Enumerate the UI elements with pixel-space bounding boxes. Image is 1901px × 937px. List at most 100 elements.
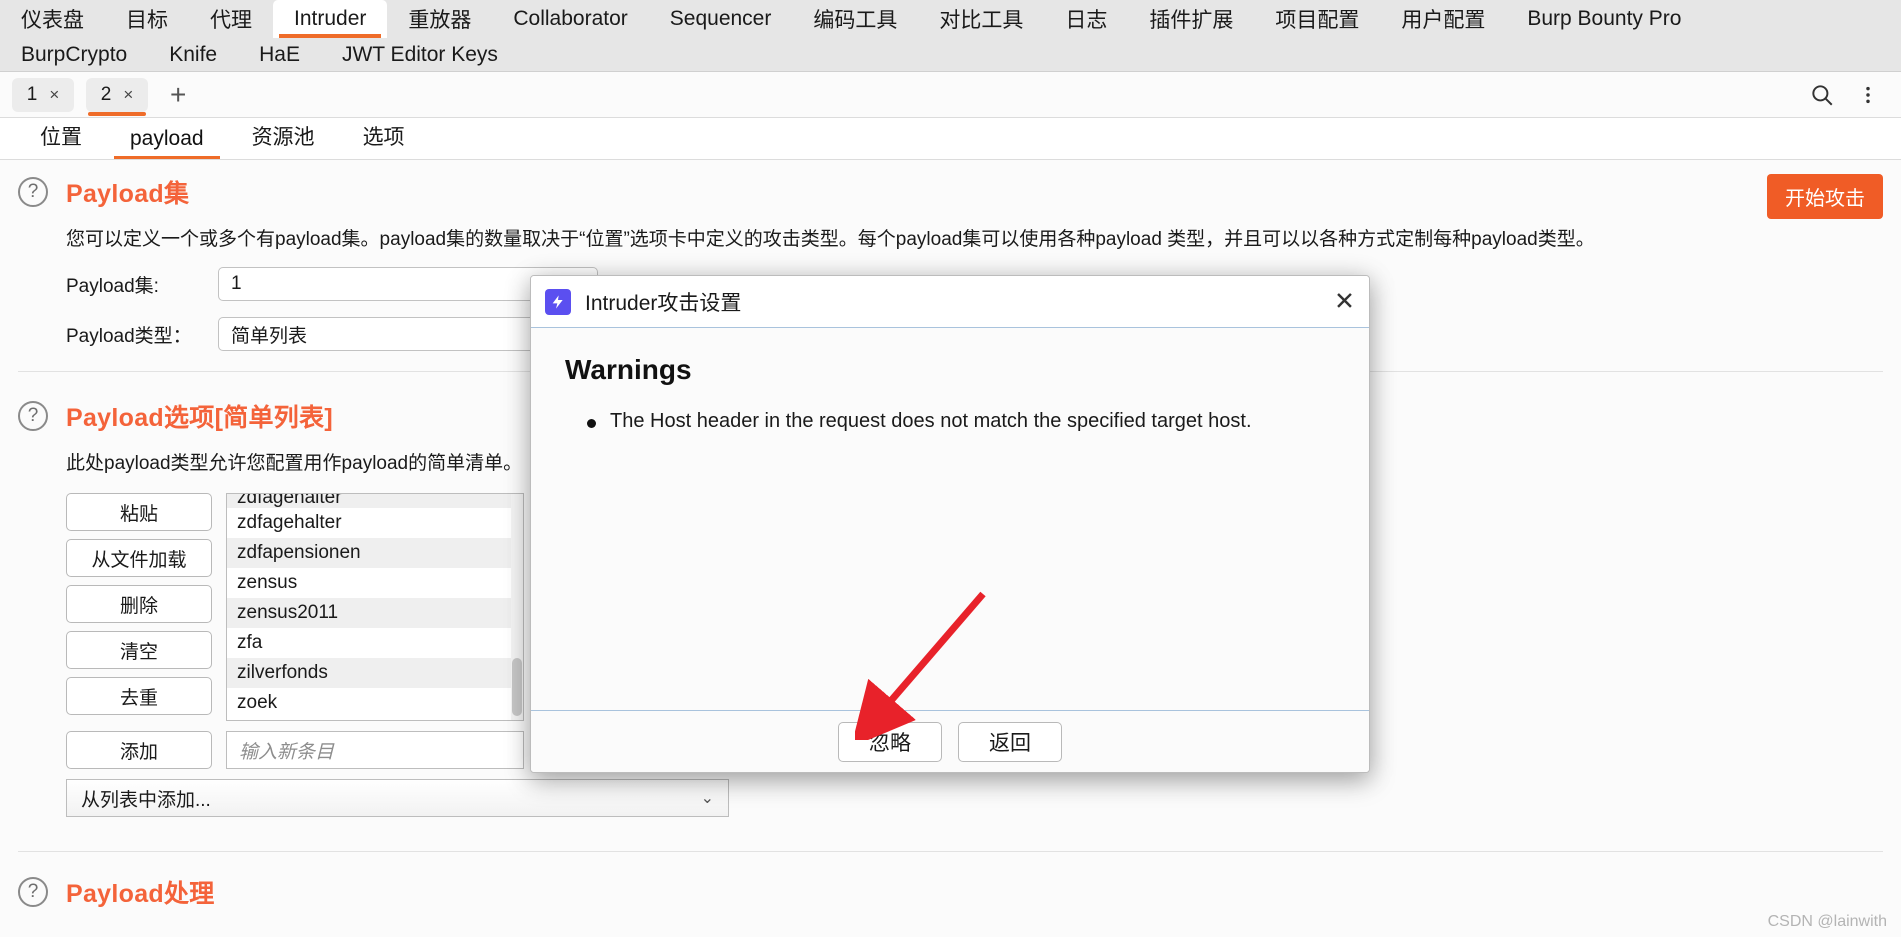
back-button[interactable]: 返回: [958, 721, 1062, 762]
menu-label: 日志: [1065, 9, 1108, 32]
list-item[interactable]: zdfagehalter: [227, 494, 523, 508]
attack-tab-strip: 1 × 2 × +: [0, 72, 1901, 118]
load-from-file-button[interactable]: 从文件加载: [66, 539, 212, 577]
tab-payloads[interactable]: payload: [106, 127, 228, 159]
payload-list-scrollbar[interactable]: [511, 494, 523, 720]
menu-item-burpcrypto[interactable]: BurpCrypto: [0, 43, 148, 67]
burp-suite-window: 仪表盘 目标 代理 Intruder 重放器 Collaborator Sequ…: [0, 0, 1901, 937]
list-item[interactable]: zensus2011: [227, 598, 523, 628]
attack-tab-label: 2: [100, 83, 112, 105]
add-from-list-label: 从列表中添加...: [81, 789, 211, 811]
list-item[interactable]: zdfagehalter: [227, 508, 523, 538]
menu-label: 重放器: [408, 9, 472, 32]
add-from-list-dropdown[interactable]: 从列表中添加... ⌄: [66, 779, 729, 817]
warning-item: The Host header in the request does not …: [565, 410, 1335, 433]
top-menu-row-primary: 仪表盘 目标 代理 Intruder 重放器 Collaborator Sequ…: [0, 0, 1901, 38]
bolt-icon: [545, 288, 571, 315]
menu-label: 代理: [210, 9, 252, 32]
menu-item-collaborator[interactable]: Collaborator: [492, 0, 648, 38]
menu-label: 对比工具: [939, 9, 1024, 32]
list-item[interactable]: zdfapensionen: [227, 538, 523, 568]
list-item[interactable]: zfa: [227, 628, 523, 658]
watermark: CSDN @lainwith: [1767, 913, 1887, 930]
menu-item-target[interactable]: 目标: [105, 0, 189, 38]
remove-button[interactable]: 删除: [66, 585, 212, 623]
chevron-down-icon: ⌄: [700, 790, 714, 807]
add-tab-button[interactable]: +: [170, 80, 186, 109]
menu-item-proxy[interactable]: 代理: [189, 0, 273, 38]
menu-item-comparer[interactable]: 对比工具: [918, 0, 1044, 38]
tab-strip-actions: [1809, 82, 1901, 108]
subtab-label: payload: [130, 127, 204, 150]
subtab-label: 资源池: [251, 126, 315, 149]
tab-positions[interactable]: 位置: [16, 121, 106, 159]
menu-item-extensions[interactable]: 插件扩展: [1128, 0, 1254, 38]
dialog-heading: Warnings: [565, 354, 692, 385]
menu-item-logger[interactable]: 日志: [1044, 0, 1128, 38]
menu-item-intruder[interactable]: Intruder: [273, 0, 388, 38]
menu-label: Burp Bounty Pro: [1527, 7, 1682, 30]
menu-item-project-options[interactable]: 项目配置: [1254, 0, 1380, 38]
list-item[interactable]: zoek: [227, 688, 523, 718]
top-menu-bar: 仪表盘 目标 代理 Intruder 重放器 Collaborator Sequ…: [0, 0, 1901, 72]
menu-label: HaE: [259, 43, 300, 66]
attack-tab-2[interactable]: 2 ×: [86, 77, 148, 116]
menu-item-repeater[interactable]: 重放器: [387, 0, 492, 38]
payload-set-header: ? Payload集: [0, 174, 1901, 210]
list-item[interactable]: zilverfonds: [227, 658, 523, 688]
dialog-footer: 忽略 返回: [531, 710, 1369, 772]
menu-label: Sequencer: [669, 7, 772, 30]
menu-label: BurpCrypto: [21, 43, 128, 66]
start-attack-button[interactable]: 开始攻击: [1767, 174, 1883, 219]
tab-options[interactable]: 选项: [339, 121, 429, 159]
menu-label: 仪表盘: [21, 9, 84, 32]
menu-item-knife[interactable]: Knife: [148, 43, 238, 67]
deduplicate-button[interactable]: 去重: [66, 677, 212, 715]
payload-list-actions: 粘贴 从文件加载 删除 清空 去重: [66, 493, 212, 721]
subtab-label: 选项: [362, 126, 405, 149]
payload-list[interactable]: zdfagehalter zdfagehalter zdfapensionen …: [226, 493, 524, 721]
more-vertical-icon[interactable]: [1857, 82, 1879, 108]
attack-tab-1[interactable]: 1 ×: [12, 77, 74, 112]
help-icon[interactable]: ?: [18, 401, 48, 431]
menu-item-jwt-editor-keys[interactable]: JWT Editor Keys: [321, 43, 519, 67]
clear-button[interactable]: 清空: [66, 631, 212, 669]
list-item[interactable]: zensus: [227, 568, 523, 598]
tab-resource-pool[interactable]: 资源池: [228, 121, 339, 159]
help-icon[interactable]: ?: [18, 177, 48, 207]
intruder-attack-settings-dialog: Intruder攻击设置 ✕ Warnings The Host header …: [530, 275, 1370, 773]
menu-item-user-options[interactable]: 用户配置: [1380, 0, 1506, 38]
paste-button[interactable]: 粘贴: [66, 493, 212, 531]
warning-text: The Host header in the request does not …: [610, 410, 1252, 432]
menu-item-decoder[interactable]: 编码工具: [792, 0, 918, 38]
menu-item-burp-bounty-pro[interactable]: Burp Bounty Pro: [1506, 0, 1702, 38]
menu-label: 插件扩展: [1149, 9, 1234, 32]
payload-type-label: Payload类型：: [66, 325, 192, 347]
search-icon[interactable]: [1809, 82, 1835, 108]
payload-processing-section: ? Payload处理: [0, 874, 1901, 910]
intruder-sub-tabs: 位置 payload 资源池 选项: [0, 118, 1901, 160]
close-icon[interactable]: ×: [123, 85, 133, 105]
menu-item-dashboard[interactable]: 仪表盘: [0, 0, 105, 38]
menu-label: Collaborator: [513, 7, 628, 30]
menu-item-hae[interactable]: HaE: [238, 43, 321, 67]
payload-set-label: Payload集:: [66, 275, 159, 297]
payload-set-title: Payload集: [66, 180, 190, 208]
scrollbar-thumb[interactable]: [512, 658, 522, 716]
ignore-button[interactable]: 忽略: [838, 721, 942, 762]
help-icon[interactable]: ?: [18, 877, 48, 907]
add-button[interactable]: 添加: [66, 731, 212, 769]
close-icon[interactable]: ×: [49, 85, 59, 105]
dialog-title-bar: Intruder攻击设置 ✕: [531, 276, 1369, 328]
menu-item-sequencer[interactable]: Sequencer: [649, 0, 793, 38]
subtab-label: 位置: [40, 126, 82, 149]
close-icon[interactable]: ✕: [1334, 289, 1355, 314]
menu-label: JWT Editor Keys: [341, 43, 498, 66]
payload-processing-header: ? Payload处理: [0, 874, 1901, 910]
menu-label: 项目配置: [1275, 9, 1360, 32]
top-menu-row-extensions: BurpCrypto Knife HaE JWT Editor Keys: [0, 38, 1901, 72]
new-item-input[interactable]: 输入新条目: [226, 731, 524, 769]
divider: [18, 851, 1883, 852]
menu-label: Intruder: [294, 7, 367, 30]
payload-set-description: 您可以定义一个或多个有payload集。payload集的数量取决于“位置”选项…: [66, 229, 1595, 250]
